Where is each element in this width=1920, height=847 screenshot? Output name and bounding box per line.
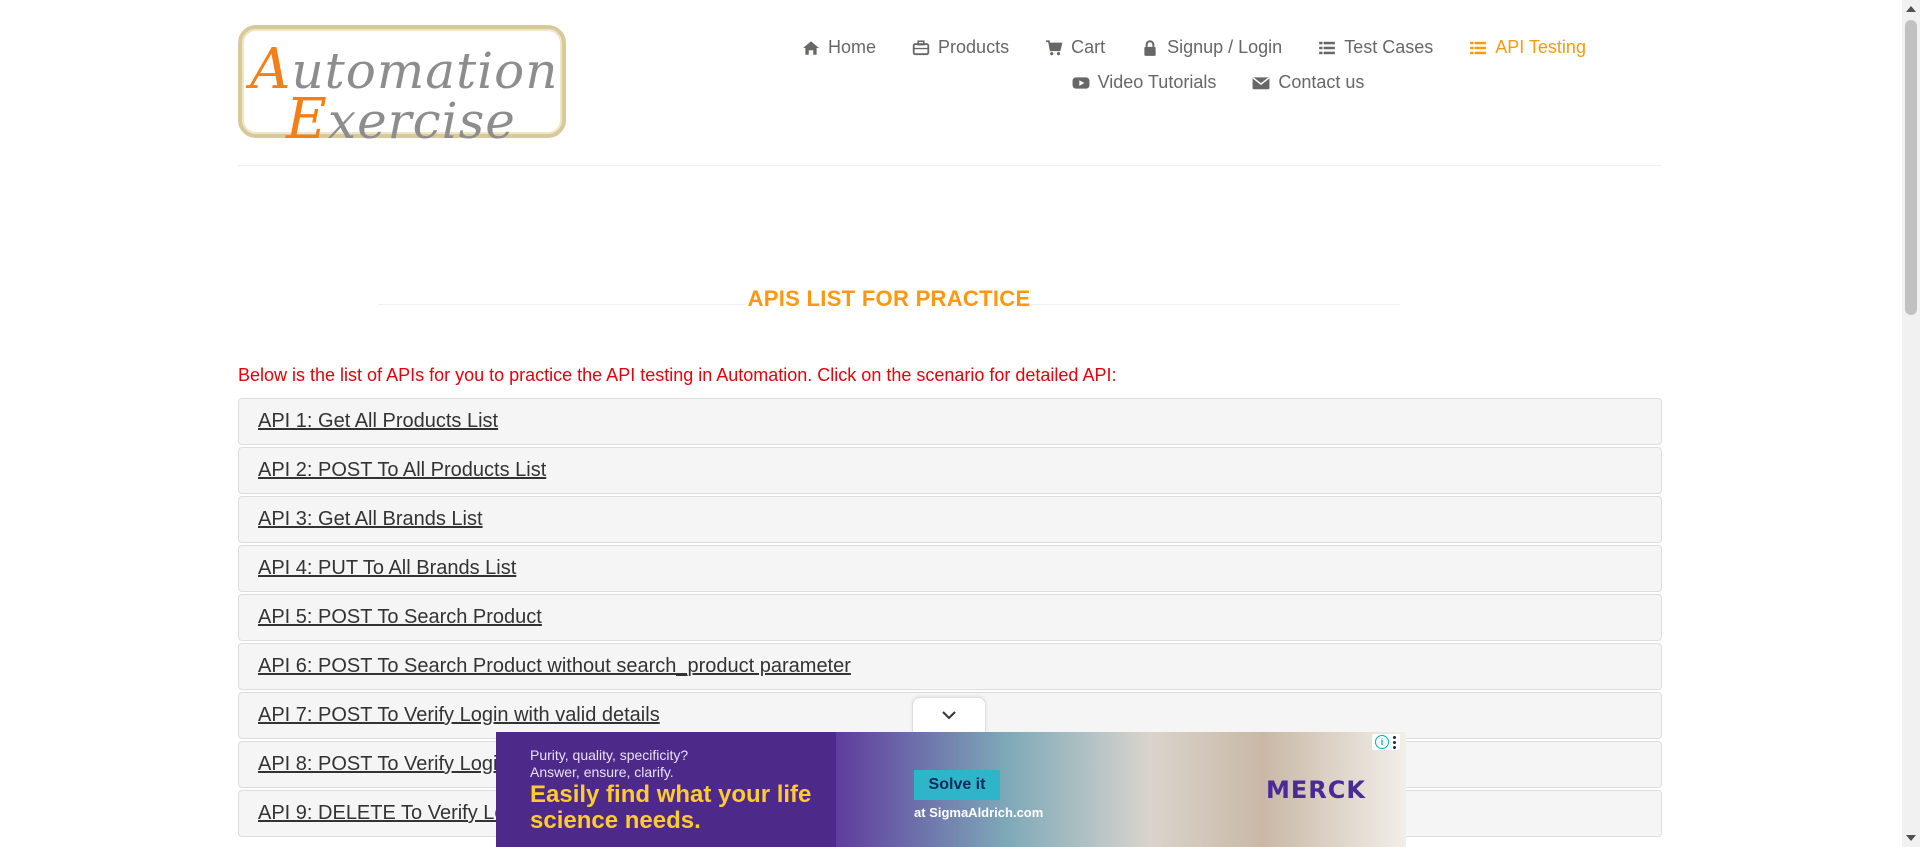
api-link-3[interactable]: API 3: Get All Brands List bbox=[258, 508, 483, 531]
nav-cart[interactable]: Cart bbox=[1027, 30, 1123, 65]
site-logo[interactable]: Automation Exercise bbox=[238, 25, 566, 152]
ad-collapse-toggle[interactable] bbox=[912, 697, 986, 732]
nav-row-2: Video Tutorials Contact us bbox=[718, 65, 1718, 100]
api-link-2[interactable]: API 2: POST To All Products List bbox=[258, 459, 546, 482]
logo-line-2: Exercise bbox=[286, 87, 516, 152]
chevron-down-icon bbox=[942, 711, 956, 720]
api-item-1: API 1: Get All Products List bbox=[238, 398, 1662, 445]
ad-brand-logo: MERCK bbox=[1266, 776, 1366, 804]
ad-cta-button[interactable]: Solve it bbox=[914, 770, 1000, 800]
nav-home[interactable]: Home bbox=[784, 30, 894, 65]
envelope-icon bbox=[1252, 76, 1270, 89]
ad-line-2: Answer, ensure, clarify. bbox=[530, 764, 674, 780]
scroll-down-arrow-icon[interactable] bbox=[1906, 835, 1916, 841]
info-icon[interactable]: i bbox=[1375, 735, 1389, 749]
nav-products[interactable]: Products bbox=[894, 30, 1027, 65]
api-link-4[interactable]: API 4: PUT To All Brands List bbox=[258, 557, 516, 580]
page-scrollbar[interactable] bbox=[1902, 0, 1920, 847]
main-nav: Home Products Cart Signup / Login Test C… bbox=[718, 30, 1718, 100]
api-link-7[interactable]: API 7: POST To Verify Login with valid d… bbox=[258, 704, 660, 727]
api-item-3: API 3: Get All Brands List bbox=[238, 496, 1662, 543]
api-link-5[interactable]: API 5: POST To Search Product bbox=[258, 606, 542, 629]
briefcase-icon bbox=[912, 39, 930, 55]
api-link-9[interactable]: API 9: DELETE To Verify Login bbox=[258, 802, 532, 825]
api-link-6[interactable]: API 6: POST To Search Product without se… bbox=[258, 655, 851, 678]
cart-icon bbox=[1046, 39, 1063, 55]
api-item-4: API 4: PUT To All Brands List bbox=[238, 545, 1662, 592]
api-link-1[interactable]: API 1: Get All Products List bbox=[258, 410, 498, 433]
nav-row-1: Home Products Cart Signup / Login Test C… bbox=[670, 30, 1718, 65]
ad-banner[interactable]: Purity, quality, specificity? Answer, ens… bbox=[496, 732, 1406, 847]
list-icon bbox=[1470, 41, 1487, 54]
section-title: APIS LIST FOR PRACTICE bbox=[378, 286, 1400, 316]
page-title: APIS LIST FOR PRACTICE bbox=[745, 286, 1033, 311]
nav-contact-us[interactable]: Contact us bbox=[1234, 65, 1382, 100]
ad-headline: Easily find what your life science needs… bbox=[530, 781, 812, 834]
ad-choices[interactable]: i bbox=[1372, 734, 1400, 750]
ad-line-1: Purity, quality, specificity? bbox=[530, 747, 689, 763]
api-item-6: API 6: POST To Search Product without se… bbox=[238, 643, 1662, 690]
nav-api-testing[interactable]: API Testing bbox=[1451, 30, 1604, 65]
more-options-icon[interactable] bbox=[1393, 735, 1397, 749]
scroll-up-arrow-icon[interactable] bbox=[1906, 6, 1916, 12]
header-divider bbox=[238, 165, 1662, 166]
api-item-5: API 5: POST To Search Product bbox=[238, 594, 1662, 641]
scroll-thumb[interactable] bbox=[1905, 20, 1917, 315]
ad-text-panel: Purity, quality, specificity? Answer, ens… bbox=[496, 732, 836, 847]
nav-signup-login[interactable]: Signup / Login bbox=[1123, 30, 1300, 65]
intro-text: Below is the list of APIs for you to pra… bbox=[238, 365, 1117, 385]
nav-video-tutorials[interactable]: Video Tutorials bbox=[1054, 65, 1235, 100]
lock-icon bbox=[1144, 39, 1156, 56]
youtube-play-icon bbox=[1072, 76, 1090, 89]
api-item-2: API 2: POST To All Products List bbox=[238, 447, 1662, 494]
list-icon bbox=[1319, 41, 1336, 54]
ad-cta-subtext: at SigmaAldrich.com bbox=[914, 805, 1044, 820]
nav-test-cases[interactable]: Test Cases bbox=[1300, 30, 1451, 65]
home-icon bbox=[803, 40, 819, 55]
